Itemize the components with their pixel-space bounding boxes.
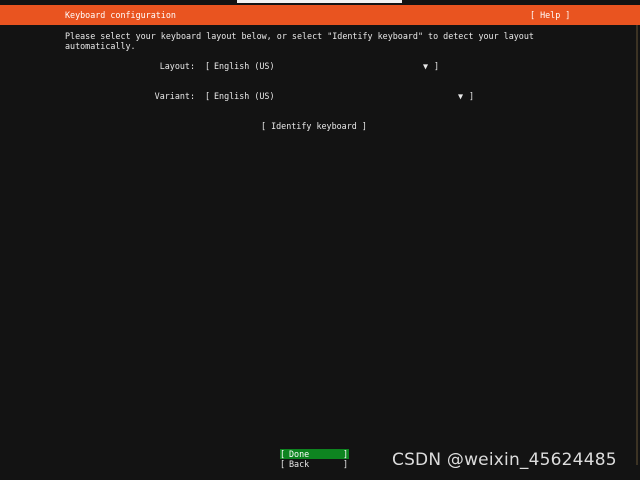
page-title: Keyboard configuration [65, 10, 176, 20]
help-button[interactable]: [ Help ] [530, 10, 570, 20]
layout-select[interactable]: [ English (US) ▼ ] [205, 61, 440, 71]
select-open-bracket: [ [205, 61, 211, 71]
installer-screen: Keyboard configuration [ Help ] Please s… [0, 0, 640, 480]
variant-label: Variant: [154, 91, 195, 101]
variant-select[interactable]: [ English (US) ▼ ] [205, 91, 475, 101]
layout-label: Layout: [159, 61, 195, 71]
watermark: CSDN @weixin_45624485 [392, 450, 617, 470]
variant-value: English (US) [214, 91, 275, 101]
done-button[interactable]: [ Done ] [280, 449, 349, 459]
instructions-text: Please select your keyboard layout below… [65, 31, 534, 51]
button-open-bracket: [ [280, 459, 286, 469]
dropdown-arrow-icon: ▼ [423, 61, 429, 71]
button-close-bracket: ] [342, 449, 348, 459]
select-close-bracket: ] [434, 61, 440, 71]
window-top-strip [237, 0, 402, 3]
select-open-bracket: [ [205, 91, 211, 101]
select-close-bracket: ] [469, 91, 475, 101]
back-button[interactable]: [ Back ] [280, 459, 349, 469]
identify-keyboard-button[interactable]: [ Identify keyboard ] [261, 121, 367, 131]
back-label: Back [289, 459, 310, 469]
button-open-bracket: [ [280, 449, 286, 459]
layout-value: English (US) [214, 61, 275, 71]
dropdown-arrow-icon: ▼ [458, 91, 464, 101]
button-close-bracket: ] [342, 459, 348, 469]
screen-edge-line [636, 25, 638, 465]
done-label: Done [289, 449, 310, 459]
